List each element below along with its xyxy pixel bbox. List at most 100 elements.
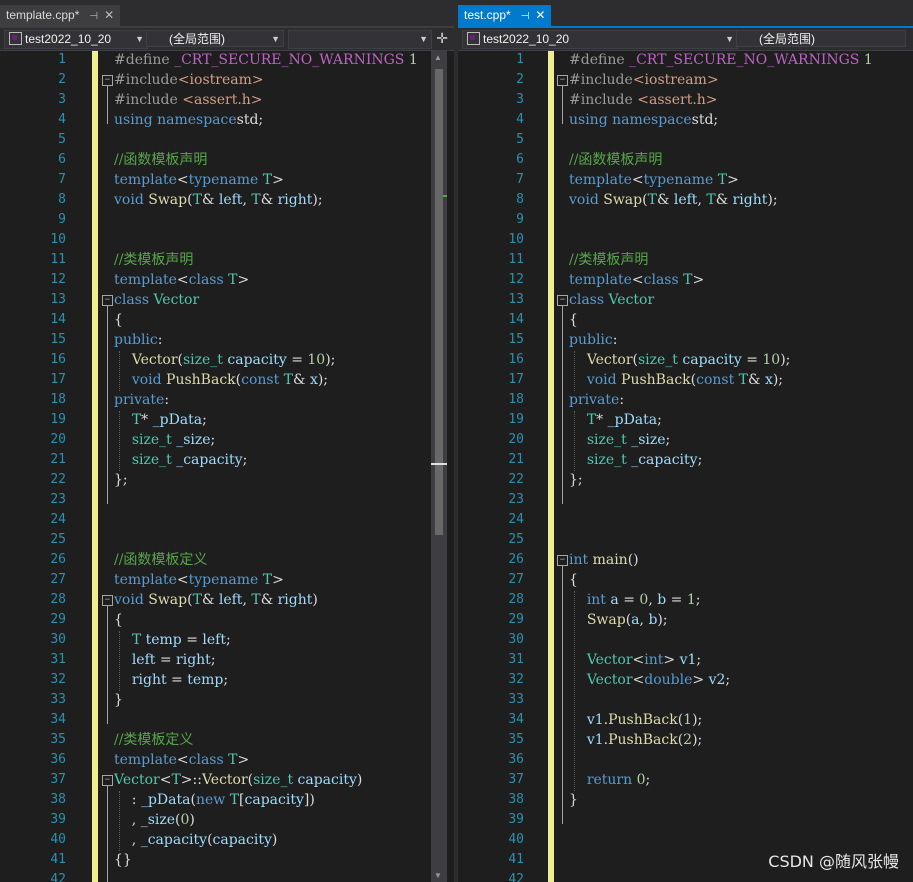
code-line[interactable]: } (114, 690, 123, 710)
code-token: T (192, 192, 202, 208)
code-line[interactable]: #include <assert.h> (569, 90, 718, 110)
code-line[interactable]: public: (114, 330, 162, 350)
code-token: 1 (863, 52, 873, 68)
collapse-icon[interactable]: − (102, 75, 113, 86)
vertical-scrollbar[interactable]: ▲ ▼ (431, 51, 447, 882)
collapse-icon[interactable]: − (102, 595, 113, 606)
code-line[interactable]: } (569, 790, 578, 810)
code-line[interactable]: return 0; (569, 770, 650, 790)
code-line[interactable]: class Vector (569, 290, 654, 310)
collapse-icon[interactable]: − (557, 555, 568, 566)
code-line[interactable]: Vector(size_t capacity = 10); (569, 350, 791, 370)
code-line[interactable]: //类模板声明 (569, 250, 648, 270)
code-line[interactable]: #include<iostream> (114, 70, 264, 90)
code-line[interactable]: { (114, 310, 123, 330)
code-line[interactable]: right = temp; (114, 670, 228, 690)
code-line[interactable]: using namespacestd; (569, 110, 718, 130)
code-editor[interactable]: 1 #define _CRT_SECURE_NO_WARNINGS 1 2 #incl… (0, 51, 454, 882)
code-line[interactable]: public: (569, 330, 617, 350)
code-line[interactable]: size_t _size; (114, 430, 215, 450)
line-number: 11 (508, 252, 524, 267)
code-line[interactable]: int a = 0, b = 1; (569, 590, 701, 610)
code-line[interactable]: void Swap(T& left, T& right) (114, 590, 318, 610)
scrollbar-thumb[interactable] (435, 69, 443, 535)
collapse-icon[interactable]: − (102, 775, 113, 786)
code-line[interactable]: size_t _size; (569, 430, 670, 450)
close-icon[interactable]: ✕ (104, 5, 114, 26)
code-line[interactable]: template<typename T> (114, 170, 284, 190)
code-line[interactable]: T temp = left; (114, 630, 231, 650)
tab-bar: test.cpp* ⊣ ✕ (458, 0, 913, 27)
code-line[interactable]: //函数模板声明 (569, 150, 662, 170)
code-line[interactable]: template<typename T> (569, 170, 739, 190)
code-line[interactable]: template<typename T> (114, 570, 284, 590)
scope-dropdown[interactable]: (全局范围) (736, 30, 906, 47)
code-editor[interactable]: 1 #define _CRT_SECURE_NO_WARNINGS 1 2 #incl… (458, 51, 913, 882)
code-line[interactable]: void Swap(T& left, T& right); (569, 190, 778, 210)
tab-template-cpp[interactable]: template.cpp* ⊣ ✕ (0, 5, 121, 27)
code-token: Swap (148, 192, 188, 208)
project-dropdown[interactable]: test2022_10_20 ▼ (462, 30, 738, 49)
code-line[interactable]: v1.PushBack(1); (569, 710, 702, 730)
line-number: 2 (516, 72, 524, 87)
code-line[interactable]: left = right; (114, 650, 216, 670)
scroll-up-icon[interactable]: ▲ (434, 53, 442, 62)
code-line[interactable]: //类模板声明 (114, 250, 193, 270)
pin-icon[interactable]: ⊣ (89, 6, 98, 27)
code-line[interactable]: T* _pData; (569, 410, 662, 430)
code-line[interactable]: { (114, 610, 123, 630)
code-line[interactable]: template<class T> (569, 270, 704, 290)
project-dropdown[interactable]: test2022_10_20 ▼ (4, 30, 148, 49)
code-line[interactable]: T* _pData; (114, 410, 207, 430)
code-line[interactable]: }; (114, 470, 128, 490)
code-line[interactable]: size_t _capacity; (569, 450, 702, 470)
tab-test-cpp[interactable]: test.cpp* ⊣ ✕ (458, 5, 552, 27)
code-line[interactable]: }; (569, 470, 583, 490)
code-line[interactable]: Swap(a, b); (569, 610, 668, 630)
code-line[interactable]: #define _CRT_SECURE_NO_WARNINGS 1 (114, 50, 418, 70)
code-line[interactable]: private: (114, 390, 169, 410)
code-token: & (656, 192, 674, 208)
code-token: double (644, 672, 693, 688)
code-line[interactable]: class Vector (114, 290, 199, 310)
code-line[interactable]: Vector(size_t capacity = 10); (114, 350, 336, 370)
code-line[interactable]: using namespacestd; (114, 110, 263, 130)
code-line[interactable]: Vector<int> v1; (569, 650, 701, 670)
code-line[interactable]: v1.PushBack(2); (569, 730, 702, 750)
code-token: //函数模板声明 (114, 152, 208, 168)
code-line[interactable]: {} (114, 850, 132, 870)
scope-dropdown[interactable]: (全局范围) ▼ (146, 30, 284, 47)
line-number: 28 (50, 592, 66, 607)
code-line[interactable]: //函数模板定义 (114, 550, 207, 570)
collapse-icon[interactable]: − (557, 295, 568, 306)
code-line[interactable]: : _pData(new T[capacity]) (114, 790, 315, 810)
code-line[interactable]: Vector<double> v2; (569, 670, 730, 690)
collapse-icon[interactable]: − (557, 75, 568, 86)
code-line[interactable]: , _size(0) (114, 810, 195, 830)
code-line[interactable]: //函数模板声明 (114, 150, 207, 170)
code-line[interactable]: void PushBack(const T& x); (114, 370, 328, 390)
code-line[interactable]: int main() (569, 550, 639, 570)
pin-icon[interactable]: ⊣ (521, 6, 530, 27)
code-line[interactable]: template<class T> (114, 270, 249, 290)
split-window-icon[interactable]: ✛ (436, 30, 448, 46)
code-line[interactable]: #define _CRT_SECURE_NO_WARNINGS 1 (569, 50, 873, 70)
close-icon[interactable]: ✕ (535, 5, 545, 26)
code-line[interactable]: { (569, 570, 578, 590)
code-line[interactable]: { (569, 310, 578, 330)
code-line[interactable]: private: (569, 390, 624, 410)
code-line[interactable]: Vector<T>::Vector(size_t capacity) (114, 770, 362, 790)
member-dropdown[interactable]: ▼ (288, 30, 432, 49)
code-line[interactable]: void PushBack(const T& x); (569, 370, 783, 390)
code-line[interactable]: size_t _capacity; (114, 450, 247, 470)
collapse-icon[interactable]: − (102, 295, 113, 306)
code-line[interactable]: //类模板定义 (114, 730, 193, 750)
scroll-down-icon[interactable]: ▼ (434, 871, 442, 880)
code-line[interactable]: template<class T> (114, 750, 249, 770)
code-line[interactable]: #include <assert.h> (114, 90, 263, 110)
code-line[interactable]: void Swap(T& left, T& right); (114, 190, 323, 210)
code-line[interactable]: , _capacity(capacity) (114, 830, 278, 850)
code-line[interactable]: #include<iostream> (569, 70, 719, 90)
